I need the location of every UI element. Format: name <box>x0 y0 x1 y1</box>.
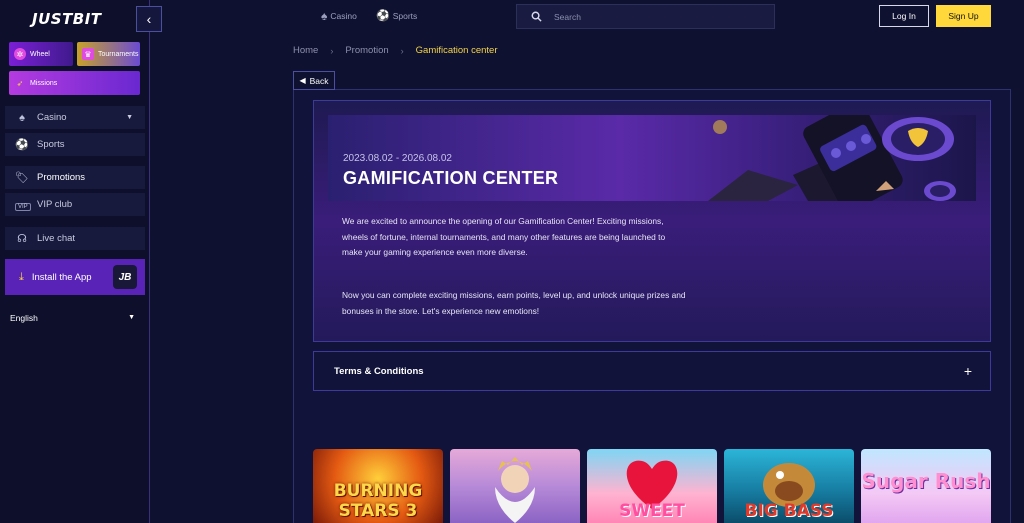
sidebar-collapse-button[interactable]: ‹ <box>136 6 162 32</box>
search-input[interactable] <box>554 11 754 22</box>
install-app-button[interactable]: ⤓ Install the App JB <box>5 259 145 295</box>
header-link-label: Sports <box>392 10 418 21</box>
promo-tile-label: Wheel <box>30 50 50 58</box>
header-link-casino[interactable]: ♠ Casino <box>321 9 357 23</box>
back-label: Back <box>309 75 329 86</box>
chevron-down-icon[interactable]: ▼ <box>126 114 133 121</box>
promo-tile-wheel[interactable]: ✲ Wheel <box>9 42 73 66</box>
game-title: BIG BASS <box>744 501 834 521</box>
chevron-down-icon: ▼ <box>128 314 135 321</box>
sidebar-item-label: VIP club <box>37 199 73 210</box>
breadcrumb-home[interactable]: Home <box>293 45 318 56</box>
header-link-label: Casino <box>330 11 357 21</box>
header-link-sports[interactable]: ⚽ Sports <box>376 9 417 22</box>
tag-icon: 🏷 <box>15 172 29 184</box>
promo-tile-label: Tournaments <box>98 50 139 58</box>
wheel-icon: ✲ <box>14 48 26 60</box>
sidebar-item-label: Promotions <box>37 172 86 183</box>
plus-icon: + <box>963 363 972 379</box>
terms-label: Terms & Conditions <box>334 365 424 377</box>
signup-button[interactable]: Sign Up <box>936 5 991 27</box>
trophy-icon: ♛ <box>82 48 94 60</box>
rocket-icon: ➶ <box>16 78 24 88</box>
breadcrumb-current: Gamification center <box>415 45 498 56</box>
game-tile-burning-stars[interactable]: BURNING STARS 3 <box>313 449 443 523</box>
promotion-date-range: 2023.08.02 - 2026.08.02 <box>343 153 452 164</box>
slot-machine-illustration <box>708 115 956 201</box>
brand-logo[interactable]: JUSTBIT <box>32 10 102 28</box>
sidebar-item-vip-club[interactable]: VIP VIP club <box>5 193 145 216</box>
sidebar-item-casino[interactable]: ♠ Casino ▼ <box>5 106 145 129</box>
sidebar-item-live-chat[interactable]: ☊ Live chat <box>5 227 145 250</box>
game-tile-big-bass[interactable]: BIG BASS <box>724 449 854 523</box>
sidebar: JUSTBIT ✲ Wheel ♛ Tournaments ➶ Missions… <box>0 0 150 523</box>
back-button[interactable]: ◀ Back <box>293 71 335 90</box>
promo-tile-missions[interactable]: ➶ Missions <box>9 71 140 95</box>
game-title: SWEET <box>619 501 685 521</box>
spade-icon: ♠ <box>321 9 328 23</box>
game-title: Sugar Rush <box>861 469 991 493</box>
game-title: BURNING STARS 3 <box>333 481 423 521</box>
promo-tile-tournaments[interactable]: ♛ Tournaments <box>77 42 140 66</box>
game-tile-gates[interactable] <box>450 449 580 523</box>
vip-icon: VIP <box>15 199 31 211</box>
soccer-ball-icon: ⚽ <box>376 10 390 22</box>
chevron-right-icon: › <box>330 45 334 56</box>
game-tile-sugar-rush[interactable]: Sugar Rush <box>861 449 991 523</box>
headset-icon: ☊ <box>17 233 27 245</box>
terms-accordion[interactable]: Terms & Conditions + <box>313 351 991 391</box>
chevron-left-icon: ‹ <box>146 11 152 27</box>
sidebar-item-label: Casino <box>37 112 67 123</box>
sidebar-item-sports[interactable]: ⚽ Sports <box>5 133 145 156</box>
sidebar-item-promotions[interactable]: 🏷 Promotions <box>5 166 145 189</box>
search-bar[interactable] <box>516 4 775 29</box>
zeus-illustration <box>495 457 535 523</box>
breadcrumb-promotion[interactable]: Promotion <box>345 45 388 56</box>
chevron-right-icon: › <box>400 45 404 56</box>
soccer-ball-icon: ⚽ <box>15 139 29 151</box>
sidebar-item-label: Sports <box>37 139 65 150</box>
promotion-title: GAMIFICATION CENTER <box>343 168 559 188</box>
app-logo-badge: JB <box>113 265 137 289</box>
promotion-card: 2023.08.02 - 2026.08.02 GAMIFICATION CEN… <box>313 100 991 342</box>
arrow-left-icon: ◀ <box>299 76 306 85</box>
search-icon <box>531 11 542 22</box>
promotion-paragraph-2: Now you can complete exciting missions, … <box>342 290 686 316</box>
login-button[interactable]: Log In <box>879 5 929 27</box>
breadcrumb: Home › Promotion › Gamification center <box>293 45 498 56</box>
promo-tile-label: Missions <box>30 79 58 87</box>
install-app-label: Install the App <box>31 271 92 283</box>
game-tile-sweet[interactable]: SWEET <box>587 449 717 523</box>
vip-badge: VIP <box>15 202 31 211</box>
language-select[interactable]: English ▼ <box>10 313 135 323</box>
language-label: English <box>10 313 38 323</box>
promotion-banner: 2023.08.02 - 2026.08.02 GAMIFICATION CEN… <box>328 115 976 201</box>
sidebar-item-label: Live chat <box>37 233 76 244</box>
spade-icon: ♠ <box>19 111 25 124</box>
promotion-paragraph-1: We are excited to announce the opening o… <box>342 216 666 257</box>
download-icon: ⤓ <box>19 270 24 283</box>
